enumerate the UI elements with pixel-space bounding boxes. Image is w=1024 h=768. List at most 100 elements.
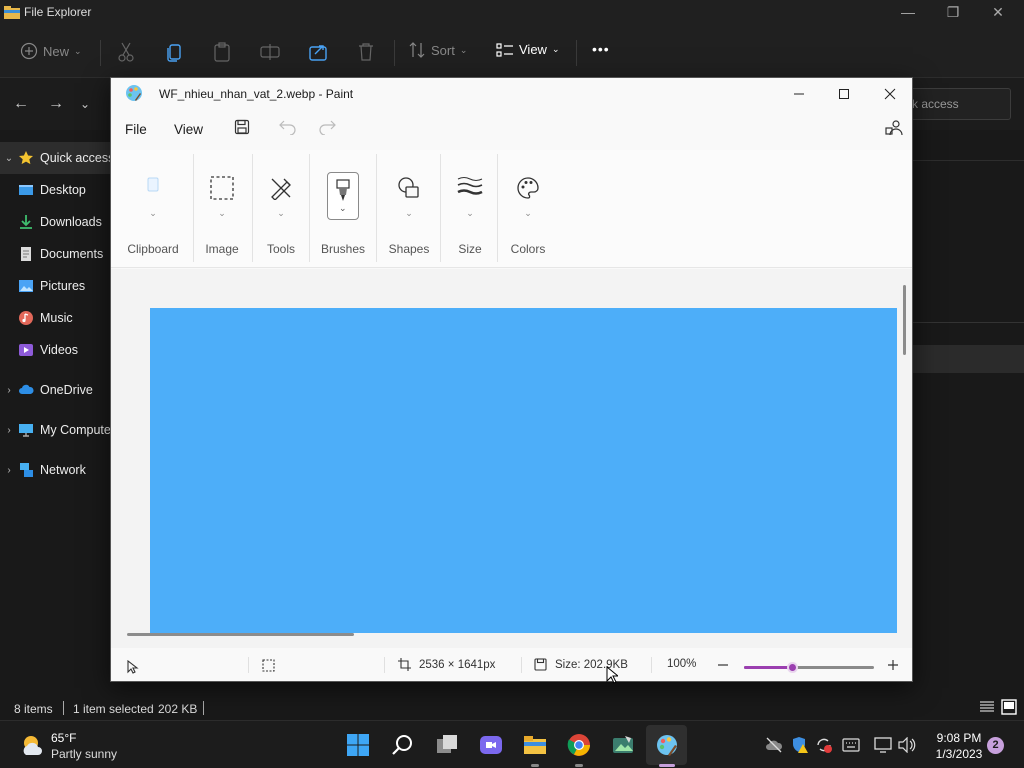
file-menu[interactable]: File — [125, 122, 147, 137]
sidebar-item-downloads[interactable]: Downloads — [0, 206, 110, 238]
tools-label: Tools — [266, 242, 295, 256]
brush-selected-box: ⌄ — [327, 172, 359, 220]
chevron-down-icon[interactable]: ⌄ — [80, 97, 90, 111]
brushes-group[interactable]: ⌄ Brushes — [313, 150, 373, 268]
chat-icon[interactable] — [479, 733, 503, 757]
shapes-group[interactable]: ⌄ Shapes — [381, 150, 437, 268]
clipboard-group[interactable]: ⌄ Clipboard — [121, 150, 185, 268]
network-display-icon[interactable] — [874, 737, 892, 753]
copy-icon[interactable] — [165, 42, 183, 62]
save-icon[interactable] — [234, 119, 250, 135]
explorer-minimize-button[interactable]: — — [893, 4, 923, 20]
view-button[interactable]: View ⌄ — [496, 42, 560, 57]
image-canvas[interactable] — [150, 308, 897, 633]
sidebar-item-quick-access[interactable]: ⌄ Quick access — [0, 142, 110, 174]
chevron-down-icon: ⌄ — [339, 203, 347, 213]
sidebar-item-desktop[interactable]: Desktop — [0, 174, 110, 206]
new-button[interactable]: New ⌄ — [20, 42, 82, 60]
security-warning-icon[interactable] — [791, 736, 809, 754]
more-options-button[interactable]: ••• — [592, 41, 610, 57]
large-icons-view-icon[interactable] — [1001, 699, 1017, 715]
close-icon — [884, 88, 896, 100]
photos-app-icon[interactable] — [611, 733, 635, 757]
file-explorer-icon[interactable] — [523, 733, 547, 757]
clock-time: 9:08 PM — [936, 731, 982, 745]
running-indicator — [531, 764, 539, 767]
vertical-scrollbar[interactable] — [903, 285, 906, 355]
selected-count: 1 item selected — [73, 702, 154, 716]
size-group[interactable]: ⌄ Size — [445, 150, 495, 268]
chevron-right-icon[interactable]: › — [0, 425, 18, 436]
weather-temperature: 65°F — [51, 731, 77, 745]
back-arrow-icon[interactable]: ← — [13, 95, 29, 113]
divider — [252, 154, 253, 262]
sidebar-item-videos[interactable]: Videos — [0, 334, 110, 366]
search-icon[interactable] — [391, 733, 415, 757]
sync-error-icon[interactable] — [815, 736, 833, 754]
keyboard-icon[interactable] — [842, 738, 860, 752]
redo-icon[interactable] — [318, 119, 336, 135]
account-settings-icon[interactable] — [885, 119, 903, 137]
share-icon[interactable] — [309, 42, 327, 62]
sidebar-item-my-computer[interactable]: › My Computer — [0, 414, 110, 446]
paint-menu-bar: File View — [111, 108, 912, 150]
colors-group[interactable]: ⌄ Colors — [501, 150, 555, 268]
zoom-in-icon[interactable] — [887, 659, 899, 671]
undo-icon[interactable] — [279, 119, 297, 135]
zoom-slider-thumb[interactable] — [787, 662, 798, 673]
colors-label: Colors — [510, 242, 546, 256]
volume-icon[interactable] — [898, 737, 916, 753]
zoom-out-icon[interactable] — [717, 663, 729, 667]
view-menu[interactable]: View — [174, 122, 203, 137]
divider — [912, 322, 1024, 323]
explorer-close-button[interactable]: ✕ — [983, 4, 1013, 21]
item-count: 8 items — [14, 702, 53, 716]
divider — [576, 40, 577, 66]
paint-maximize-button[interactable] — [821, 82, 867, 106]
task-view-icon[interactable] — [435, 733, 459, 757]
sidebar-item-documents[interactable]: Documents — [0, 238, 110, 270]
notification-badge[interactable]: 2 — [987, 737, 1004, 754]
sidebar-item-network[interactable]: › Network — [0, 454, 110, 486]
select-rectangle-icon — [210, 176, 234, 200]
sidebar-item-pictures[interactable]: Pictures — [0, 270, 110, 302]
desktop-folder-icon — [19, 185, 33, 195]
cut-icon[interactable] — [117, 42, 135, 62]
windows-start-icon[interactable] — [346, 733, 370, 757]
delete-icon[interactable] — [358, 42, 374, 62]
paint-minimize-button[interactable] — [776, 82, 822, 106]
sidebar-item-label: Documents — [40, 247, 104, 261]
horizontal-scrollbar[interactable] — [127, 633, 354, 636]
explorer-maximize-button[interactable]: ❐ — [938, 4, 968, 21]
chevron-down-icon[interactable]: ⌄ — [0, 153, 18, 164]
paint-window: WF_nhieu_nhan_vat_2.webp - Paint File Vi… — [110, 77, 913, 684]
tools-pencil-icon — [271, 178, 291, 200]
sort-button[interactable]: Sort ⌄ — [408, 42, 467, 58]
weather-description: Partly sunny — [51, 747, 118, 761]
tools-group[interactable]: ⌄ Tools — [256, 150, 306, 268]
chrome-icon[interactable] — [567, 733, 591, 757]
chevron-right-icon[interactable]: › — [0, 385, 18, 396]
explorer-sidebar: ⌄ Quick access Desktop Downloads Documen… — [0, 130, 110, 690]
forward-arrow-icon[interactable]: → — [48, 95, 64, 113]
image-group[interactable]: ⌄ Image — [197, 150, 247, 268]
folder-icon — [4, 6, 20, 19]
shapes-icon — [398, 177, 419, 198]
explorer-status-bar: 8 items 1 item selected 202 KB — [0, 696, 1024, 720]
sidebar-item-music[interactable]: Music — [0, 302, 110, 334]
dimensions-text: 2536 × 1641px — [419, 658, 496, 671]
file-list-selected-row[interactable] — [912, 345, 1024, 373]
clock-date: 1/3/2023 — [935, 747, 983, 761]
zoom-slider[interactable] — [744, 662, 874, 673]
rename-icon[interactable] — [260, 42, 280, 62]
details-view-icon[interactable] — [979, 700, 995, 714]
sort-icon — [409, 42, 425, 58]
paste-icon[interactable] — [213, 42, 231, 62]
pictures-icon — [19, 280, 33, 292]
explorer-title: File Explorer — [24, 5, 92, 19]
chevron-right-icon[interactable]: › — [0, 465, 18, 476]
paint-taskbar-icon[interactable] — [655, 733, 679, 757]
paint-close-button[interactable] — [867, 82, 913, 106]
sidebar-item-onedrive[interactable]: › OneDrive — [0, 374, 110, 406]
cloud-offline-icon[interactable] — [765, 737, 783, 753]
